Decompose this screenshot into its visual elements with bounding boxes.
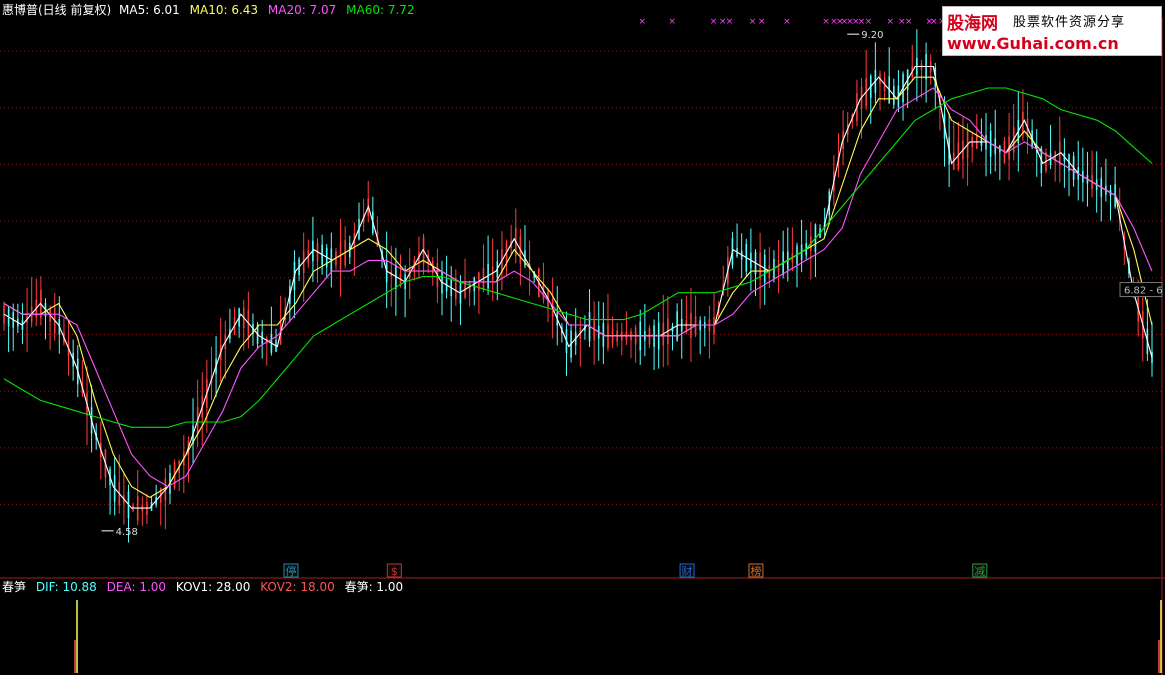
event-label: 榜 [750, 564, 761, 578]
ma20-value: MA20: 7.07 [267, 3, 337, 17]
top-marker: × [726, 17, 734, 27]
chart-canvas: ×××××××××××××××××××××× 9.204.586.82 - 6 … [0, 17, 1165, 675]
top-marker: × [865, 17, 873, 27]
main-header: 惠博普(日线 前复权) MA5: 6.01 MA10: 6.43 MA20: 7… [2, 3, 415, 17]
ma60-value: MA60: 7.72 [346, 3, 415, 17]
event-label: 减 [974, 565, 985, 578]
event-label: 财 [682, 564, 693, 578]
top-marker: × [930, 17, 938, 27]
top-markers: ×××××××××××××××××××××× [639, 17, 946, 27]
top-marker: × [886, 17, 894, 27]
top-marker: × [822, 17, 830, 27]
watermark-brand: 股海网 [947, 14, 998, 34]
indicator-panel [74, 600, 1162, 673]
watermark-slogan: 股票软件资源分享 [1013, 15, 1126, 30]
ma10-value: MA10: 6.43 [189, 3, 259, 17]
low-label: 4.58 [116, 527, 138, 538]
event-labels: 停 $ 财 榜 减 [283, 563, 988, 578]
sub-header: 春笋 DIF: 10.88 DEA: 1.00 KOV1: 28.00 KOV2… [2, 580, 403, 594]
event-label: 停 [286, 564, 297, 578]
price-tag-label: 6.82 - 6 [1124, 286, 1163, 297]
dea-value: DEA: 1.00 [106, 580, 167, 594]
high-label: 9.20 [861, 30, 883, 41]
chart-title: 惠博普(日线 前复权) [2, 3, 112, 17]
price-annotations: 9.20 4.58 6.82 - 6 [101, 30, 1163, 538]
price-grid [0, 18, 1165, 675]
top-marker: × [783, 17, 791, 27]
moving-average-lines [3, 65, 1153, 509]
ma-line-ma20 [3, 87, 1153, 488]
ma-line-ma10 [3, 76, 1153, 499]
candlesticks [3, 29, 1153, 543]
top-marker: × [758, 17, 766, 27]
top-marker: × [749, 17, 757, 27]
chunsun-value: 春笋: 1.00 [344, 580, 404, 594]
watermark-logo: 股海网 股票软件资源分享 www.Guhai.com.cn [942, 6, 1162, 56]
ma-line-ma60 [3, 87, 1153, 428]
ma5-value: MA5: 6.01 [119, 3, 180, 17]
top-marker: × [668, 17, 676, 27]
watermark-url: www.Guhai.com.cn [947, 34, 1119, 53]
top-marker: × [639, 17, 647, 27]
indicator-name: 春笋 [2, 580, 27, 594]
event-label: $ [391, 565, 398, 578]
dif-value: DIF: 10.88 [35, 580, 97, 594]
kov2-value: KOV2: 18.00 [260, 580, 335, 594]
kov1-value: KOV1: 28.00 [175, 580, 251, 594]
top-marker: × [710, 17, 718, 27]
top-marker: × [905, 17, 913, 27]
